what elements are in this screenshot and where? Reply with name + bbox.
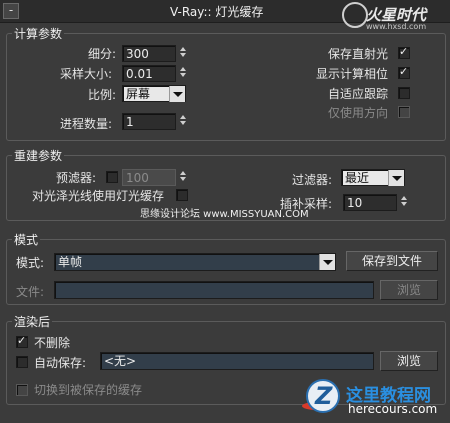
interp-samples-input[interactable]: 10	[343, 194, 397, 211]
herecours-logo: Z 这里教程网 herecours.com	[302, 378, 450, 423]
filter-label: 过滤器:	[292, 173, 333, 187]
rollout-collapse-button[interactable]: -	[3, 3, 19, 19]
subdivs-label: 细分:	[88, 47, 117, 61]
sample-size-label: 采样大小:	[60, 67, 113, 81]
scale-label: 比例:	[88, 88, 117, 102]
subdivs-spinner[interactable]	[178, 45, 187, 61]
adaptive-tracing-label: 自适应跟踪	[328, 87, 389, 101]
subdivs-input[interactable]: 300	[122, 45, 176, 62]
herecours-z-icon: Z	[306, 379, 340, 413]
use-directions-label: 仅使用方向	[328, 106, 389, 120]
passes-label: 进程数量:	[60, 117, 113, 131]
adaptive-tracing-checkbox[interactable]	[398, 87, 410, 99]
store-direct-checkbox[interactable]	[398, 45, 410, 59]
hxsd-logo: 火星时代 www.hxsd.com	[342, 2, 442, 32]
autosave-file-input[interactable]: <无>	[100, 352, 374, 370]
scale-dropdown[interactable]: 屏幕	[122, 85, 186, 102]
file-label: 文件:	[16, 285, 45, 299]
scale-dropdown-arrow-icon[interactable]	[169, 86, 185, 102]
save-to-file-button[interactable]: 保存到文件	[346, 251, 438, 271]
filter-dropdown-arrow-icon[interactable]	[388, 170, 404, 186]
show-phase-label: 显示计算相位	[316, 67, 389, 81]
mode-title: 模式	[12, 231, 41, 248]
passes-input[interactable]: 1	[122, 113, 176, 130]
scale-value: 屏幕	[126, 87, 151, 101]
file-input[interactable]	[54, 281, 374, 299]
sample-size-spinner[interactable]	[178, 65, 187, 81]
autosave-browse-button[interactable]: 浏览	[380, 351, 438, 371]
interp-samples-spinner[interactable]	[399, 194, 408, 210]
mode-label: 模式:	[16, 256, 45, 270]
autosave-checkbox[interactable]	[16, 356, 28, 368]
mode-dropdown[interactable]: 单帧	[54, 253, 336, 271]
mode-browse-button[interactable]: 浏览	[380, 280, 438, 300]
prefilter-input[interactable]: 100	[122, 169, 176, 186]
hxsd-logo-icon	[342, 2, 368, 28]
prefilter-spinner[interactable]	[178, 169, 187, 185]
rollout-title: V-Ray:: 灯光缓存	[170, 5, 264, 19]
hxsd-logo-url: www.hxsd.com	[366, 22, 427, 31]
sample-size-input[interactable]: 0.01	[122, 65, 176, 82]
rebuild-params-title: 重建参数	[12, 147, 65, 164]
filter-value: 最近	[345, 171, 370, 185]
prefilter-label: 预滤器:	[56, 171, 97, 185]
herecours-logo-url: herecours.com	[348, 402, 438, 416]
prefilter-checkbox[interactable]	[106, 171, 118, 183]
passes-spinner[interactable]	[178, 113, 187, 129]
mode-value: 单帧	[58, 255, 83, 269]
show-phase-checkbox[interactable]	[398, 65, 410, 79]
use-glossy-checkbox[interactable]	[176, 189, 188, 201]
use-directions-checkbox[interactable]	[398, 106, 410, 118]
after-render-title: 渲染后	[12, 313, 53, 330]
switch-to-saved-checkbox[interactable]	[16, 384, 28, 396]
filter-dropdown[interactable]: 最近	[341, 169, 405, 186]
use-glossy-label: 对光泽光线使用灯光缓存	[32, 189, 165, 203]
calc-params-title: 计算参数	[12, 25, 65, 42]
missyuan-watermark: 思缘设计论坛 www.MISSYUAN.COM	[140, 209, 309, 220]
autosave-label: 自动保存:	[34, 356, 87, 370]
mode-dropdown-arrow-icon[interactable]	[319, 254, 335, 270]
dont-delete-checkbox[interactable]	[16, 334, 28, 348]
store-direct-label: 保存直射光	[328, 47, 389, 61]
dont-delete-label: 不删除	[34, 336, 71, 350]
switch-to-saved-label: 切换到被保存的缓存	[34, 383, 143, 397]
